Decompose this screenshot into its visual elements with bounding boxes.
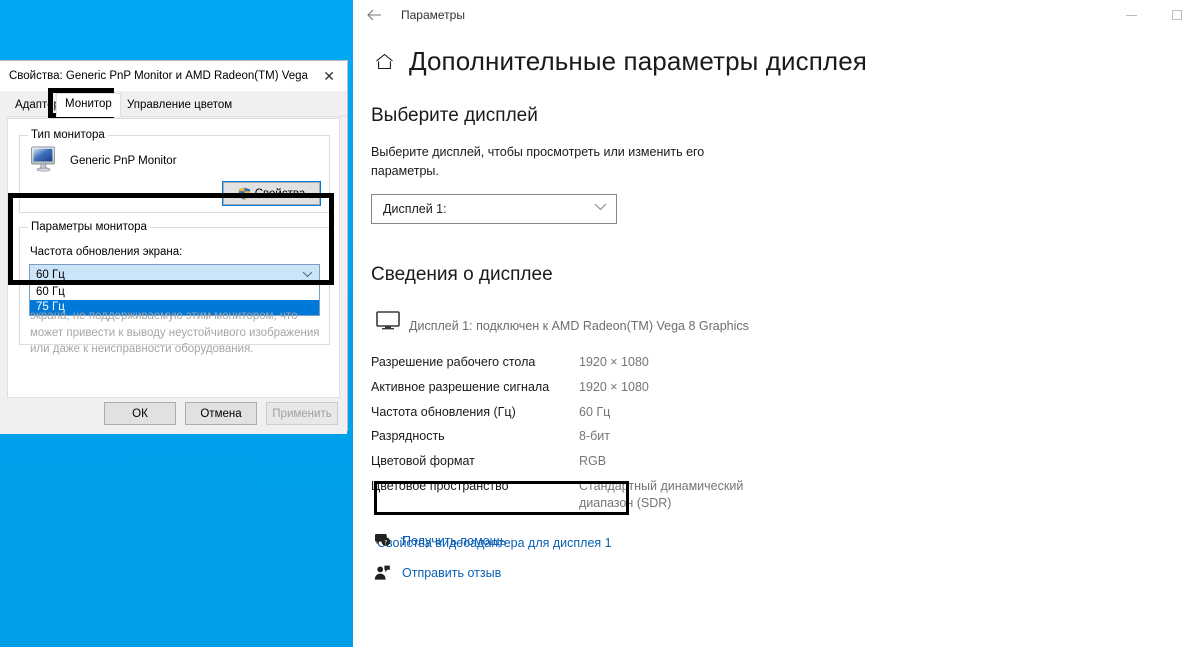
tab-monitor[interactable]: Монитор: [56, 93, 121, 117]
table-row: Цветовой формат RGB: [371, 449, 779, 474]
detail-label: Активное разрешение сигнала: [371, 379, 550, 394]
chevron-down-glyph: [594, 203, 607, 211]
feedback-glyph: [374, 565, 390, 580]
detail-label: Разрядность: [371, 429, 445, 444]
select-display-description: Выберите дисплей, чтобы просмотреть или …: [371, 145, 705, 179]
refresh-rate-selected[interactable]: 60 Гц: [29, 264, 320, 285]
settings-window-title: Параметры: [401, 8, 465, 22]
refresh-rate-warning-text: экрана, не поддерживаемую этим монитором…: [30, 310, 320, 356]
monitor-properties-button-label: Свойства: [254, 187, 306, 200]
back-arrow-glyph: [366, 9, 381, 21]
dialog-buttons: ОК Отмена Применить: [104, 402, 338, 425]
settings-window: Параметры Дополнительные параметры диспл…: [353, 0, 1200, 647]
monitor-properties-dialog: Свойства: Generic PnP Monitor и AMD Rade…: [0, 60, 348, 434]
monitor-name-label: Generic PnP Monitor: [70, 154, 177, 167]
footer-links: ? Получить помощь Отправить отзыв: [371, 531, 506, 595]
monitor-params-group: Параметры монитора Частота обновления эк…: [19, 221, 330, 355]
monitor-icon: [371, 308, 405, 334]
monitor-glyph: [376, 311, 400, 330]
dialog-title: Свойства: Generic PnP Monitor и AMD Rade…: [9, 70, 311, 82]
minimize-icon: [1125, 14, 1137, 16]
dialog-titlebar: Свойства: Generic PnP Monitor и AMD Rade…: [0, 61, 347, 91]
display-info-heading: Сведения о дисплее: [371, 263, 553, 285]
detail-value: RGB: [579, 454, 607, 469]
cancel-button[interactable]: Отмена: [185, 402, 257, 425]
send-feedback-label[interactable]: Отправить отзыв: [402, 566, 501, 580]
ok-button[interactable]: ОК: [104, 402, 176, 425]
detail-label: Разрешение рабочего стола: [371, 354, 536, 369]
monitor-type-glyph: [31, 146, 55, 172]
table-row: Цветовое пространство Стандартный динами…: [371, 474, 779, 516]
detail-value: 1920 × 1080: [579, 354, 649, 369]
refresh-rate-option-60[interactable]: 60 Гц: [30, 285, 319, 300]
combo-chevron-glyph: [302, 271, 313, 277]
chevron-down-icon: [594, 203, 607, 214]
table-row: Разрешение рабочего стола 1920 × 1080: [371, 350, 779, 375]
get-help-link-row[interactable]: ? Получить помощь: [371, 531, 506, 551]
monitor-type-legend: Тип монитора: [28, 129, 108, 141]
chevron-down-icon: [302, 270, 313, 280]
display-connection-text: Дисплей 1: подключен к AMD Radeon(TM) Ve…: [409, 318, 749, 333]
dialog-tabstrip: Адаптер Управление цветом Монитор: [7, 93, 347, 117]
monitor-type-row: Generic PnP Monitor: [20, 136, 329, 175]
page-header: Дополнительные параметры дисплея: [353, 30, 1200, 77]
maximize-icon: [1172, 10, 1182, 20]
table-row: Активное разрешение сигнала 1920 × 1080: [371, 375, 779, 400]
refresh-rate-selected-value: 60 Гц: [36, 268, 65, 281]
home-icon[interactable]: [371, 49, 397, 75]
page-title: Дополнительные параметры дисплея: [409, 46, 867, 76]
close-icon[interactable]: ✕: [311, 61, 347, 91]
tab-color-management[interactable]: Управление цветом: [119, 96, 240, 117]
monitor-properties-button[interactable]: Свойства: [222, 181, 321, 206]
uac-shield-icon: [238, 187, 250, 200]
settings-content: Выберите дисплей Выберите дисплей, чтобы…: [353, 77, 1200, 552]
select-display-heading: Выберите дисплей: [371, 105, 538, 126]
get-help-label[interactable]: Получить помощь: [402, 534, 506, 548]
detail-value: Стандартный динамический диапазон (SDR): [579, 479, 744, 510]
table-row: Частота обновления (Гц) 60 Гц: [371, 400, 779, 425]
apply-button: Применить: [266, 402, 338, 425]
display-select[interactable]: Дисплей 1:: [371, 193, 617, 224]
display-select-value: Дисплей 1:: [383, 201, 447, 216]
monitor-type-icon: [30, 146, 60, 175]
window-controls: [1108, 0, 1200, 30]
monitor-type-group: Тип монитора Generic PnP Monitor Свойств…: [19, 129, 330, 213]
svg-text:?: ?: [384, 539, 387, 546]
home-glyph: [375, 53, 393, 70]
detail-label: Частота обновления (Гц): [371, 404, 516, 419]
detail-value: 60 Гц: [579, 404, 611, 419]
detail-label: Цветовой формат: [371, 454, 475, 469]
refresh-rate-label: Частота обновления экрана:: [30, 246, 183, 258]
display-connection-row: Дисплей 1: подключен к AMD Radeon(TM) Ve…: [371, 308, 1200, 334]
dialog-body: Адаптер Управление цветом Монитор Тип мо…: [0, 93, 347, 434]
table-row: Разрядность 8-бит: [371, 424, 779, 449]
settings-titlebar: Параметры: [353, 0, 1200, 30]
send-feedback-link-row[interactable]: Отправить отзыв: [371, 563, 506, 583]
feedback-icon: [371, 563, 393, 583]
help-glyph: ?: [374, 534, 390, 546]
detail-value: 1920 × 1080: [579, 379, 649, 394]
maximize-button[interactable]: [1154, 0, 1200, 30]
tab-page-monitor: Тип монитора Generic PnP Monitor Свойств…: [7, 118, 340, 398]
back-arrow-icon[interactable]: [353, 0, 395, 30]
minimize-button[interactable]: [1108, 0, 1154, 30]
help-icon: ?: [371, 531, 393, 551]
monitor-params-legend: Параметры монитора: [28, 221, 150, 233]
detail-value: 8-бит: [579, 429, 610, 444]
display-details-body: Разрешение рабочего стола 1920 × 1080 Ак…: [371, 350, 779, 516]
detail-label: Цветовое пространство: [371, 479, 509, 494]
display-details-table: Разрешение рабочего стола 1920 × 1080 Ак…: [371, 350, 779, 516]
